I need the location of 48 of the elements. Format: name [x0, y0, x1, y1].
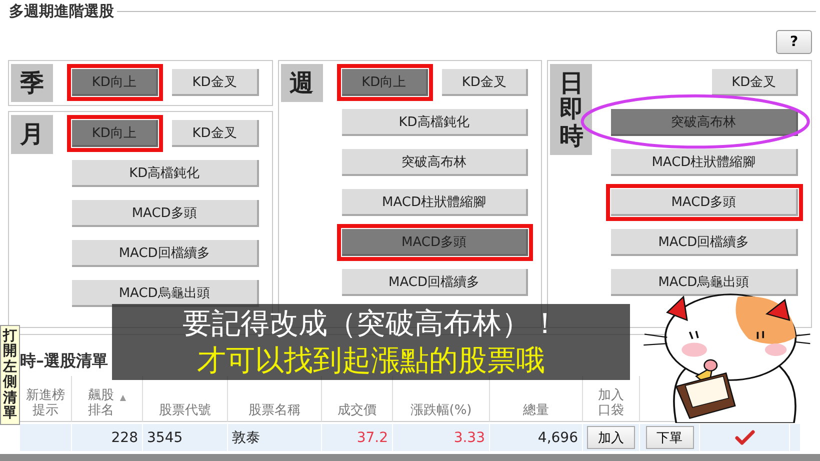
- column-header[interactable]: 股票代號: [159, 403, 211, 419]
- filter-button[interactable]: 突破高布林: [611, 109, 798, 136]
- table-row[interactable]: 228 3545 敦泰 37.2 3.33 4,696 加入 下單: [20, 424, 800, 451]
- caption-text: 要記得改成（突破高布林）！: [182, 306, 560, 341]
- filter-button[interactable]: KD金叉: [712, 69, 798, 96]
- group-title: 多週期進階選股: [8, 2, 115, 20]
- filter-button[interactable]: MACD回檔續多: [72, 240, 259, 268]
- tooltip: 打開左側清單: [0, 325, 20, 426]
- filter-button[interactable]: KD金叉: [442, 69, 528, 96]
- caption-text: 才可以找到起漲點的股票哦: [197, 343, 545, 378]
- list-title: 時–選股清單: [20, 351, 108, 372]
- period-label: 季: [11, 64, 53, 102]
- table-cell: 3545: [147, 430, 183, 446]
- help-button[interactable]: ?: [776, 30, 812, 54]
- order-button[interactable]: 下單: [646, 426, 694, 449]
- filter-button[interactable]: KD金叉: [172, 69, 259, 96]
- column-header[interactable]: 股票名稱: [248, 403, 300, 419]
- column-header[interactable]: 飆股排名: [88, 388, 114, 419]
- filter-button[interactable]: MACD烏龜出頭: [72, 280, 259, 308]
- column-header[interactable]: 加入口袋: [598, 388, 624, 419]
- filter-button[interactable]: 突破高布林: [342, 149, 528, 176]
- column-header[interactable]: 新進榜提示: [26, 388, 65, 419]
- filter-button[interactable]: KD高檔鈍化: [72, 160, 259, 188]
- filter-button[interactable]: KD向上: [342, 69, 428, 96]
- filter-button[interactable]: KD向上: [72, 120, 158, 148]
- filter-button[interactable]: KD高檔鈍化: [342, 109, 528, 136]
- period-label: 月: [11, 115, 53, 154]
- filter-button[interactable]: MACD多頭: [342, 229, 528, 256]
- filter-button[interactable]: MACD多頭: [611, 189, 798, 216]
- filter-button[interactable]: MACD回檔續多: [342, 269, 528, 296]
- table-cell: 37.2: [356, 430, 388, 446]
- column-header[interactable]: 成交價: [338, 403, 376, 419]
- period-label: 日即時: [550, 64, 592, 156]
- column-header[interactable]: 總量: [523, 403, 549, 419]
- table-cell: 228: [111, 430, 138, 446]
- filter-button[interactable]: MACD多頭: [72, 200, 259, 228]
- table-cell: 3.33: [454, 430, 485, 446]
- filter-button[interactable]: MACD烏龜出頭: [611, 269, 798, 296]
- filter-button[interactable]: KD向上: [72, 69, 158, 96]
- filter-button[interactable]: MACD柱狀體縮腳: [611, 149, 798, 176]
- filter-button[interactable]: KD金叉: [172, 120, 259, 148]
- table-cell: 敦泰: [232, 428, 260, 446]
- period-label: 週: [280, 64, 323, 102]
- table-cell: 4,696: [538, 430, 578, 446]
- add-button[interactable]: 加入: [587, 426, 635, 449]
- filter-button[interactable]: MACD回檔續多: [611, 229, 798, 256]
- filter-button[interactable]: MACD柱狀體縮腳: [342, 189, 528, 216]
- column-header[interactable]: 漲跌幅(%): [410, 403, 472, 419]
